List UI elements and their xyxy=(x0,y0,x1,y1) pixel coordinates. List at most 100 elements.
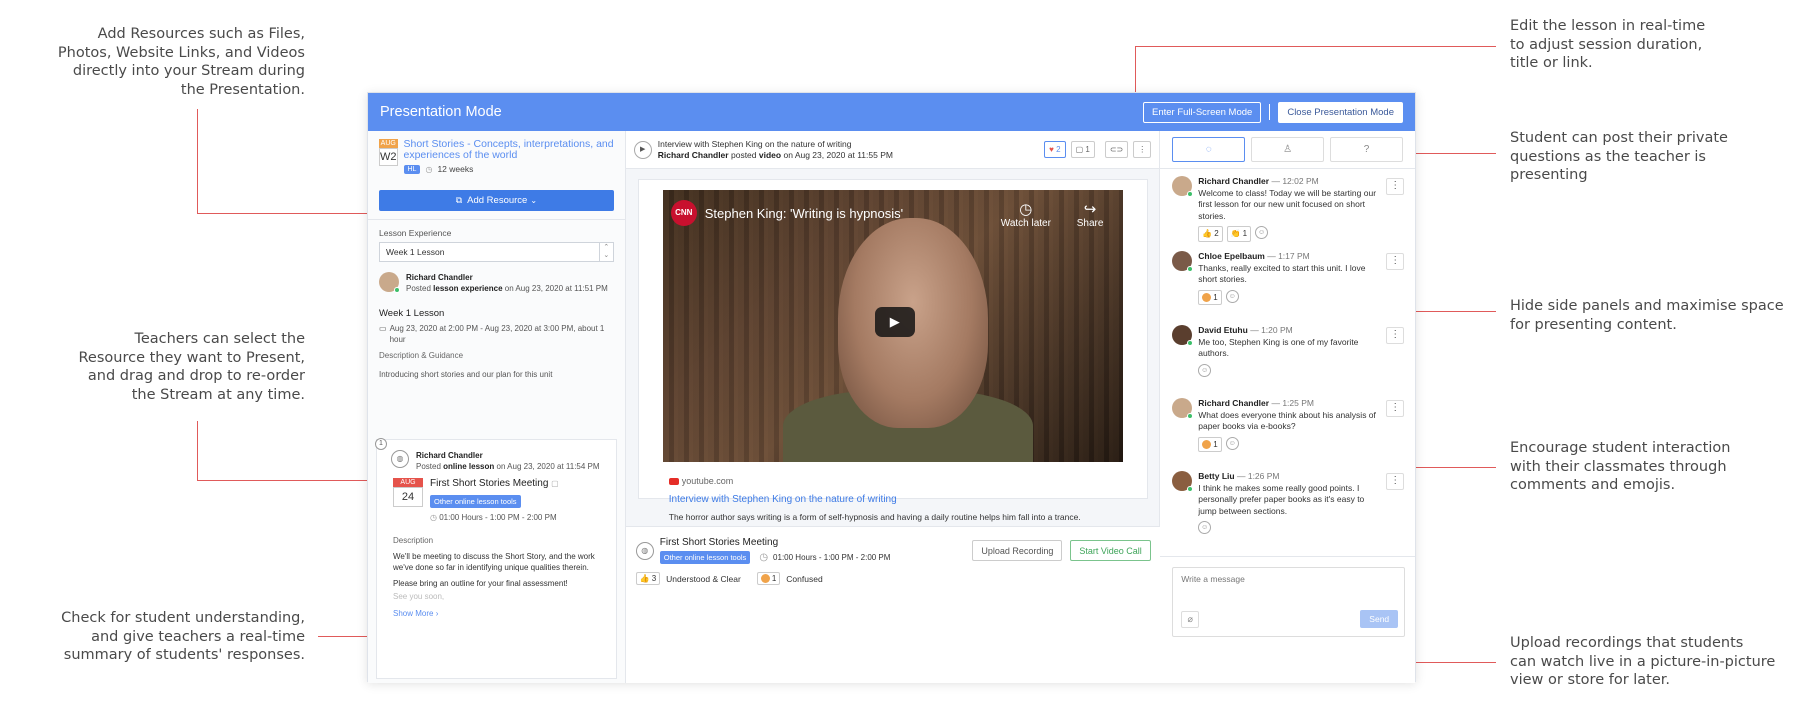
message-options-button[interactable]: ⋮ xyxy=(1386,327,1405,344)
meeting-month: AUG xyxy=(393,478,423,487)
order-number: 1 xyxy=(375,438,387,450)
meeting-time: 01:00 Hours - 1:00 PM - 2:00 PM xyxy=(773,553,891,562)
callout-private-questions: Student can post their private questions… xyxy=(1510,130,1728,183)
video-link[interactable]: Interview with Stephen King on the natur… xyxy=(669,494,1081,505)
share-label: Share xyxy=(1076,218,1104,229)
post-type: video xyxy=(758,149,782,160)
upload-recording-button[interactable]: Upload Recording xyxy=(972,540,1063,561)
video-description: The horror author says writing is a form… xyxy=(668,512,1081,522)
stream-panel: ▶ Interview with Stephen King on the nat… xyxy=(625,131,1161,683)
video-title: Stephen King: 'Writing is hypnosis' xyxy=(704,206,904,221)
card-posted-prefix: Posted xyxy=(416,462,441,471)
meeting-time: 01:00 Hours - 1:00 PM - 2:00 PM xyxy=(439,513,557,522)
add-resource-button[interactable]: ⧉ Add Resource ⌄ xyxy=(379,190,614,211)
chat-message: Richard Chandler — 12:02 PM Welcome to c… xyxy=(1172,176,1405,242)
video-player[interactable]: CNN Stephen King: 'Writing is hypnosis' … xyxy=(662,190,1123,462)
attach-icon[interactable]: ⌀ xyxy=(1181,611,1200,628)
description-text: Introducing short stories and our plan f… xyxy=(379,370,553,379)
comment-icon: ▢ xyxy=(551,479,559,488)
add-emoji-icon[interactable]: ☺ xyxy=(1198,521,1212,534)
play-button[interactable]: ▶ xyxy=(874,307,915,337)
like-count: 2 xyxy=(1056,145,1061,154)
posted-type: lesson experience xyxy=(433,284,503,293)
card-description-label: Description xyxy=(393,536,434,545)
meeting-title[interactable]: First Short Stories Meeting xyxy=(430,478,548,489)
video-source: youtube.com xyxy=(681,476,734,486)
add-emoji-icon[interactable]: ☺ xyxy=(1198,363,1212,377)
message-options-button[interactable]: ⋮ xyxy=(1386,178,1405,195)
meeting-tool-tag: Other online lesson tools xyxy=(659,551,751,564)
lesson-author-row: Richard Chandler Posted lesson experienc… xyxy=(368,262,625,294)
card-posted-date: on Aug 23, 2020 at 11:54 PM xyxy=(496,462,600,471)
reaction-thumbs-up[interactable]: 👍 2 xyxy=(1198,226,1223,242)
message-input[interactable]: Write a message xyxy=(1173,568,1404,590)
online-lesson-card[interactable]: 1 ◍ Richard Chandler Posted online lesso… xyxy=(375,438,617,679)
share-button[interactable]: ↪ Share xyxy=(1077,200,1104,229)
message-text: Me too, Stephen King is one of my favori… xyxy=(1198,336,1359,359)
tab-participants[interactable]: ♙ xyxy=(1251,137,1325,162)
message-options-button[interactable]: ⋮ xyxy=(1386,400,1405,417)
left-panel: AUG W2 Short Stories - Concepts, interpr… xyxy=(368,131,626,683)
message-author: Chloe Epelbaum xyxy=(1198,251,1265,261)
video-meta: youtube.com Interview with Stephen King … xyxy=(668,476,1081,522)
start-video-call-button[interactable]: Start Video Call xyxy=(1070,540,1151,561)
reaction-clap[interactable]: 👏 1 xyxy=(1226,226,1252,242)
course-duration: 12 weeks xyxy=(437,164,474,174)
chevron-right-icon: › xyxy=(435,609,439,618)
tab-chat[interactable]: ◌ xyxy=(1172,137,1246,162)
close-presentation-button[interactable]: Close Presentation Mode xyxy=(1278,101,1403,123)
understood-label: Understood & Clear xyxy=(666,573,741,584)
more-options-button[interactable]: ⋮ xyxy=(1133,141,1152,158)
tab-questions[interactable]: ? xyxy=(1330,137,1403,162)
avatar xyxy=(1172,251,1194,272)
add-emoji-icon[interactable]: ☺ xyxy=(1255,226,1269,239)
reaction-emoji[interactable]: 1 xyxy=(1198,436,1222,452)
level-badge: HL xyxy=(403,164,421,174)
message-text: What does everyone think about his analy… xyxy=(1198,409,1376,432)
meeting-datebox: AUG 24 xyxy=(393,478,423,523)
thumbs-up-icon: 👍 xyxy=(639,574,650,583)
course-title[interactable]: Short Stories - Concepts, interpretation… xyxy=(404,139,614,161)
youtube-icon xyxy=(668,478,679,486)
watch-later-button[interactable]: ◷ Watch later xyxy=(1001,200,1051,229)
message-author: Richard Chandler xyxy=(1198,398,1270,408)
thumbs-up-icon: 👍 xyxy=(1202,229,1213,238)
divider xyxy=(1160,556,1416,557)
screenshot-root: Add Resources such as Files, Photos, Web… xyxy=(0,0,1800,718)
link-button[interactable]: ⊂⊃ xyxy=(1104,141,1129,158)
add-emoji-icon[interactable]: ☺ xyxy=(1225,436,1239,450)
avatar xyxy=(379,272,400,293)
message-options-button[interactable]: ⋮ xyxy=(1386,473,1405,490)
online-lesson-icon: ◍ xyxy=(391,450,409,468)
meeting-title: First Short Stories Meeting xyxy=(659,537,779,548)
callout-select-resource: Teachers can select the Resource they wa… xyxy=(78,331,306,403)
posted-prefix: Posted xyxy=(406,284,431,293)
confused-chip[interactable]: 1 xyxy=(756,572,781,585)
lesson-select[interactable]: Week 1 Lesson ⌃ ⌄ xyxy=(379,242,614,262)
watch-later-label: Watch later xyxy=(1000,218,1051,229)
message-author: Richard Chandler xyxy=(1198,176,1270,186)
post-title: Interview with Stephen King on the natur… xyxy=(657,138,852,149)
add-emoji-icon[interactable]: ☺ xyxy=(1225,289,1239,303)
course-header[interactable]: AUG W2 Short Stories - Concepts, interpr… xyxy=(368,131,625,182)
understood-chip[interactable]: 👍 3 xyxy=(635,572,661,585)
message-time: — 1:20 PM xyxy=(1250,325,1293,335)
comment-button[interactable]: ▢ 1 xyxy=(1070,141,1095,158)
confused-label: Confused xyxy=(786,573,823,584)
post-verb: posted xyxy=(730,149,757,160)
avatar xyxy=(1172,398,1194,419)
message-options-button[interactable]: ⋮ xyxy=(1386,253,1405,270)
card-author-name: Richard Chandler xyxy=(416,451,483,460)
person-icon: ♙ xyxy=(1283,144,1293,155)
send-button[interactable]: Send xyxy=(1360,610,1399,628)
reaction-emoji[interactable]: 1 xyxy=(1198,289,1222,305)
clap-icon: 👏 xyxy=(1230,229,1241,238)
fullscreen-button[interactable]: Enter Full-Screen Mode xyxy=(1143,101,1262,123)
emoji-icon xyxy=(1202,439,1212,449)
message-author: Betty Liu xyxy=(1198,471,1235,481)
show-more-link[interactable]: Show More xyxy=(393,609,433,618)
post-header: ▶ Interview with Stephen King on the nat… xyxy=(625,131,1160,169)
like-button[interactable]: ♥ 2 xyxy=(1044,141,1066,158)
time-clock-icon: ◷ xyxy=(430,513,437,522)
callout-add-resources: Add Resources such as Files, Photos, Web… xyxy=(57,26,305,98)
